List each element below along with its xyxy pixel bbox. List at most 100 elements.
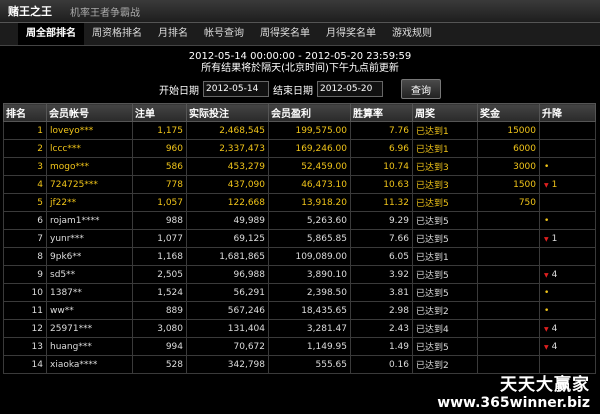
cell-rank: 10 [3, 283, 47, 302]
cell-trend: • [539, 301, 596, 320]
table-row: 9sd5**2,50596,9883,890.103.92已达到5 4 [3, 265, 596, 284]
cell-trend: • [539, 157, 596, 176]
app-subtitle: 机率王者争霸战 [70, 7, 140, 19]
cell-wager: 437,090 [186, 175, 269, 194]
cell-trend: 4 [539, 319, 596, 338]
cell-rank: 11 [3, 301, 47, 320]
cell-account: 9pk6** [46, 247, 133, 266]
cell-bonus: 15000 [477, 121, 540, 140]
cell-trend [539, 121, 596, 140]
col-bonus: 奖金 [477, 103, 540, 122]
query-button[interactable]: 查询 [401, 79, 441, 99]
table-row: 2 lccc*** 960 2,337,473 169,246.00 6.96 已达到1 60… [3, 139, 596, 158]
update-note: 所有结果将於隔天(北京时间)下午九点前更新 [201, 63, 399, 74]
tab-account-search[interactable]: 帐号查询 [196, 23, 252, 45]
cell-trend: • [539, 211, 596, 230]
cell-bonus [477, 283, 540, 302]
cell-wager: 56,291 [186, 283, 269, 302]
cell-rate: 9.29 [350, 211, 413, 230]
cell-prize: 已达到3 [412, 157, 478, 176]
cell-wager: 122,668 [186, 193, 269, 212]
cell-prize: 已达到5 [412, 229, 478, 248]
cell-profit: 1,149.95 [268, 337, 351, 356]
cell-profit: 3,890.10 [268, 265, 351, 284]
cell-bets: 586 [132, 157, 187, 176]
cell-account: 1387** [46, 283, 133, 302]
watermark: 天天大赢家 www.365winner.biz [437, 370, 590, 411]
cell-profit: 13,918.20 [268, 193, 351, 212]
cell-rank: 6 [3, 211, 47, 230]
cell-prize: 已达到1 [412, 139, 478, 158]
down-arrow-icon: 1 [544, 234, 557, 244]
cell-profit: 555.65 [268, 355, 351, 374]
col-rank: 排名 [3, 103, 47, 122]
cell-trend: • [539, 283, 596, 302]
cell-profit: 5,263.60 [268, 211, 351, 230]
tab-weekly-all[interactable]: 周全部排名 [18, 23, 84, 45]
cell-wager: 70,672 [186, 337, 269, 356]
cell-rate: 10.74 [350, 157, 413, 176]
cell-rate: 0.16 [350, 355, 413, 374]
cell-prize: 已达到1 [412, 121, 478, 140]
cell-bonus [477, 229, 540, 248]
cell-rank: 4 [3, 175, 47, 194]
cell-rank: 7 [3, 229, 47, 248]
cell-wager: 567,246 [186, 301, 269, 320]
cell-prize: 已达到1 [412, 247, 478, 266]
cell-rank: 8 [3, 247, 47, 266]
cell-account: loveyo*** [46, 121, 133, 140]
table-row: 1225971***3,080131,4043,281.472.43已达到4 4 [3, 319, 596, 338]
cell-bets: 1,077 [132, 229, 187, 248]
cell-trend: 1 [539, 229, 596, 248]
cell-prize: 已达到5 [412, 337, 478, 356]
cell-wager: 69,125 [186, 229, 269, 248]
cell-account: huang*** [46, 337, 133, 356]
tab-weekly-qualified[interactable]: 周资格排名 [84, 23, 150, 45]
cell-rank: 1 [3, 121, 47, 140]
cell-bonus [477, 211, 540, 230]
cell-account: sd5** [46, 265, 133, 284]
cell-account: xiaoka**** [46, 355, 133, 374]
cell-bonus [477, 247, 540, 266]
trend-indicator: • [544, 305, 550, 316]
cell-wager: 49,989 [186, 211, 269, 230]
table-row: 11 ww** 889 567,246 18,435.65 2.98 已达到2 • [3, 301, 596, 320]
table-row: 3 mogo*** 586 453,279 52,459.00 10.74 已达到3 3000… [3, 157, 596, 176]
cell-bets: 1,168 [132, 247, 187, 266]
cell-bonus: 750 [477, 193, 540, 212]
tab-monthly[interactable]: 月排名 [150, 23, 196, 45]
cell-prize: 已达到5 [412, 283, 478, 302]
cell-rank: 14 [3, 355, 47, 374]
cell-prize: 已达到5 [412, 265, 478, 284]
cell-bets: 960 [132, 139, 187, 158]
cell-trend: 1 [539, 175, 596, 194]
cell-prize: 已达到5 [412, 193, 478, 212]
cell-profit: 199,575.00 [268, 121, 351, 140]
cell-wager: 1,681,865 [186, 247, 269, 266]
table-row: 4 724725*** 778 437,090 46,473.10 10.63 已达到3 15… [3, 175, 596, 194]
cell-rank: 9 [3, 265, 47, 284]
cell-wager: 131,404 [186, 319, 269, 338]
cell-trend [539, 139, 596, 158]
down-arrow-icon: 4 [544, 270, 557, 280]
tab-monthly-winners[interactable]: 月得奖名单 [318, 23, 384, 45]
ranking-table: 排名 会员帐号 注单 实际投注 会员盈利 胜算率 周奖 奖金 升降 1 lovey… [3, 103, 596, 374]
cell-bets: 994 [132, 337, 187, 356]
col-trend: 升降 [539, 103, 596, 122]
start-date-input[interactable] [203, 81, 269, 97]
cell-bonus: 6000 [477, 139, 540, 158]
down-arrow-icon: 1 [544, 180, 557, 190]
cell-bonus [477, 301, 540, 320]
cell-profit: 5,865.85 [268, 229, 351, 248]
col-bets: 注单 [132, 103, 187, 122]
tab-rules[interactable]: 游戏规则 [384, 23, 440, 45]
cell-bets: 889 [132, 301, 187, 320]
tab-weekly-winners[interactable]: 周得奖名单 [252, 23, 318, 45]
period-text: 2012-05-14 00:00:00 - 2012-05-20 23:59:5… [188, 51, 412, 62]
cell-profit: 2,398.50 [268, 283, 351, 302]
cell-bets: 2,505 [132, 265, 187, 284]
cell-bonus [477, 337, 540, 356]
end-date-input[interactable] [317, 81, 383, 97]
table-row: 1 loveyo*** 1,175 2,468,545 199,575.00 7.76 已达… [3, 121, 596, 140]
col-rate: 胜算率 [350, 103, 413, 122]
